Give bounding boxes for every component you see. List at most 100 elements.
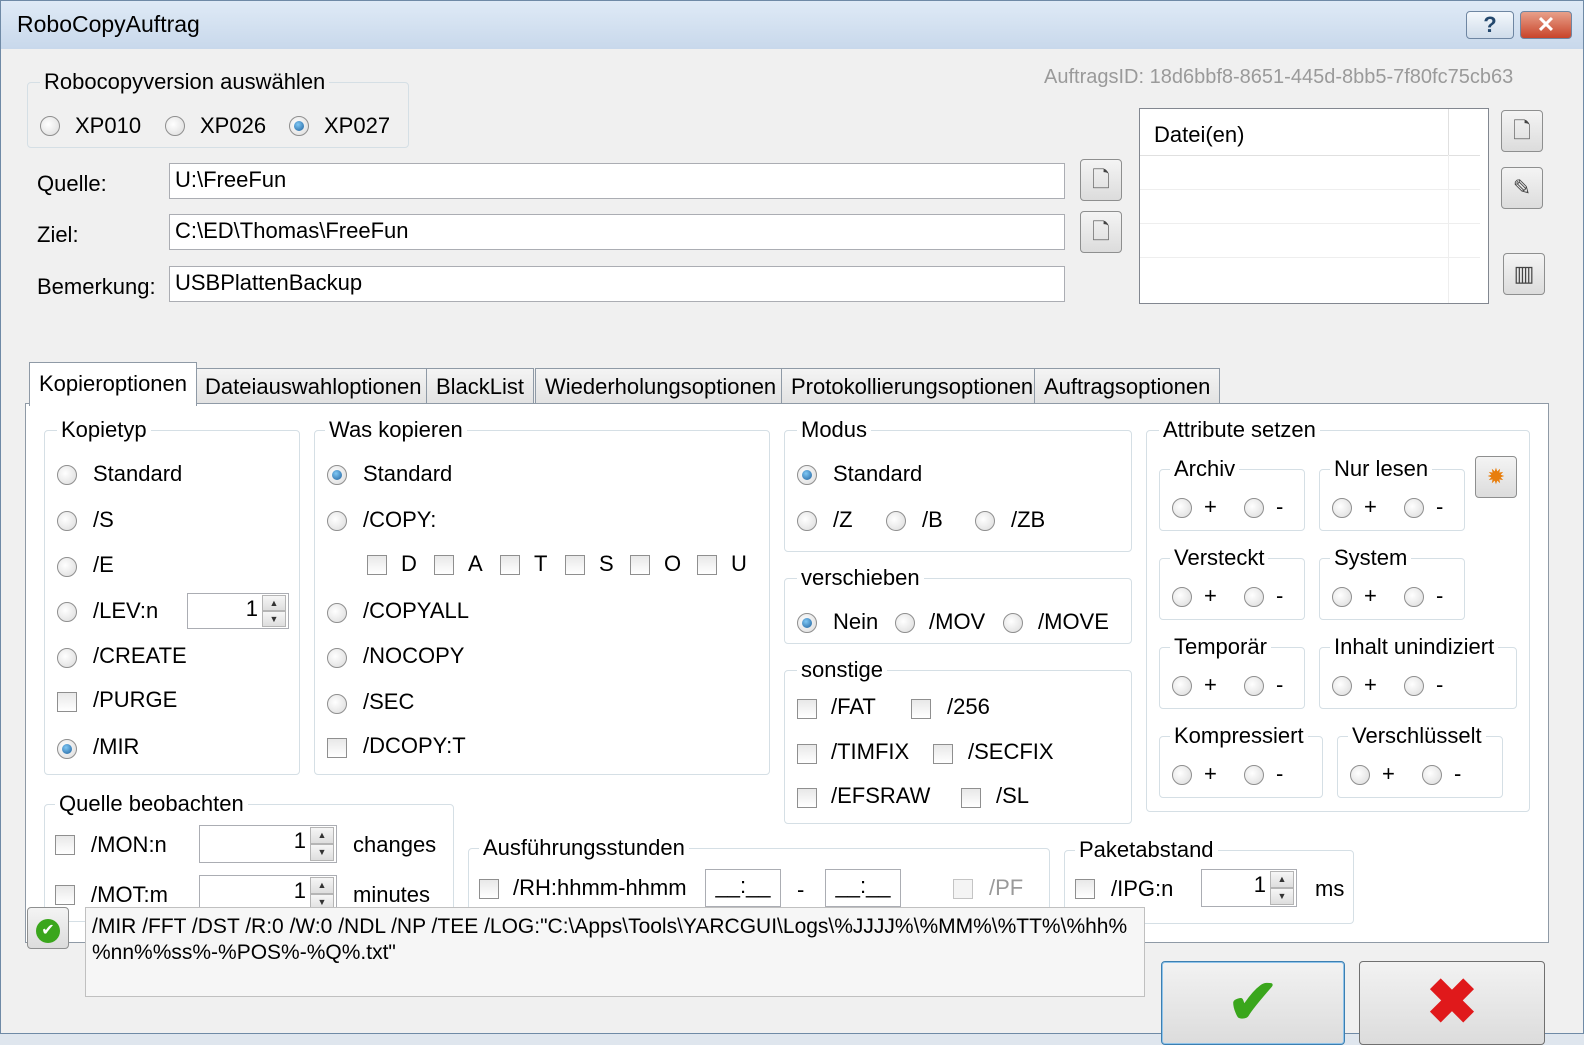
attr-readonly-plus-radio[interactable]	[1332, 498, 1352, 518]
tab-protokollierungsoptionen[interactable]: Protokollierungsoptionen	[781, 368, 1044, 404]
copy-flag-t-label: T	[534, 551, 548, 576]
attr-archiv-plus-radio[interactable]	[1172, 498, 1192, 518]
copytype-create-radio[interactable]	[57, 648, 77, 668]
mon-up-button[interactable]: ▲	[310, 827, 334, 845]
attr-compressed-plus-radio[interactable]	[1172, 765, 1192, 785]
ipg-stepper[interactable]: 1 ▲ ▼	[1201, 869, 1297, 907]
whatcopy-standard-radio[interactable]	[327, 465, 347, 485]
whatcopy-nocopy-radio[interactable]	[327, 648, 347, 668]
tab-auftragsoptionen[interactable]: Auftragsoptionen	[1034, 368, 1221, 404]
tab-kopieroptionen[interactable]: Kopieroptionen	[29, 362, 198, 406]
mot-label: /MOT:m	[91, 882, 168, 907]
pf-checkbox[interactable]	[953, 879, 973, 899]
whatcopy-copy-radio[interactable]	[327, 511, 347, 531]
move-move-radio[interactable]	[1003, 613, 1023, 633]
copytype-mir-radio[interactable]	[57, 739, 77, 759]
mon-stepper[interactable]: 1 ▲ ▼	[199, 825, 337, 863]
source-input[interactable]: U:\FreeFun	[169, 163, 1065, 199]
efsraw-checkbox[interactable]	[797, 788, 817, 808]
timfix-checkbox[interactable]	[797, 744, 817, 764]
ipg-up-button[interactable]: ▲	[1270, 871, 1294, 889]
lev-down-button[interactable]: ▼	[262, 610, 286, 627]
rh-from-input[interactable]: __:__	[705, 869, 781, 907]
copy-flag-t-checkbox[interactable]	[500, 555, 520, 575]
attr-notindexed-plus-radio[interactable]	[1332, 676, 1352, 696]
whatcopy-copyall-radio[interactable]	[327, 603, 347, 623]
copytype-standard-radio[interactable]	[57, 465, 77, 485]
move-mov-radio[interactable]	[895, 613, 915, 633]
copytype-e-radio[interactable]	[57, 557, 77, 577]
attr-archiv-minus-radio[interactable]	[1244, 498, 1264, 518]
version-xp027-radio[interactable]	[289, 116, 309, 136]
copy-flag-s-label: S	[599, 551, 614, 576]
tab-dateiauswahloptionen[interactable]: Dateiauswahloptionen	[195, 368, 432, 404]
move-nein-label: Nein	[833, 609, 879, 634]
attr-temp-minus-radio[interactable]	[1244, 676, 1264, 696]
remark-input[interactable]: USBPlattenBackup	[169, 266, 1065, 302]
copy-flag-s-checkbox[interactable]	[565, 555, 585, 575]
delete-file-button[interactable]: ▥	[1503, 253, 1545, 295]
close-button[interactable]: ✕	[1520, 11, 1572, 39]
mode-b-radio[interactable]	[886, 511, 906, 531]
attributes-reset-button[interactable]: ✹	[1475, 456, 1517, 498]
version-xp026-radio[interactable]	[165, 116, 185, 136]
plus-label: +	[1204, 672, 1217, 697]
ok-button[interactable]: ✔	[1161, 961, 1345, 1045]
copy-flag-a-checkbox[interactable]	[434, 555, 454, 575]
attr-hidden-plus-radio[interactable]	[1172, 587, 1192, 607]
mot-up-button[interactable]: ▲	[310, 877, 334, 895]
copytype-lev-radio[interactable]	[57, 602, 77, 622]
sl-checkbox[interactable]	[961, 788, 981, 808]
target-input[interactable]: C:\ED\Thomas\FreeFun	[169, 214, 1065, 250]
mode-z-radio[interactable]	[797, 511, 817, 531]
rh-checkbox[interactable]	[479, 879, 499, 899]
attr-encrypted-plus-radio[interactable]	[1350, 765, 1370, 785]
copy-flag-o-checkbox[interactable]	[630, 555, 650, 575]
mon-down-button[interactable]: ▼	[310, 843, 334, 861]
tab-wiederholungsoptionen[interactable]: Wiederholungsoptionen	[535, 368, 787, 404]
copytype-mir-label: /MIR	[93, 734, 140, 759]
lev-up-button[interactable]: ▲	[262, 595, 286, 612]
whatcopy-sec-radio[interactable]	[327, 694, 347, 714]
rh-to-input[interactable]: __:__	[825, 869, 901, 907]
add-file-button[interactable]: 🗋	[1501, 110, 1543, 152]
ipg-checkbox[interactable]	[1075, 879, 1095, 899]
copy-flag-u-checkbox[interactable]	[697, 555, 717, 575]
cancel-button[interactable]: ✖	[1359, 961, 1545, 1045]
files-column-header[interactable]: Datei(en)	[1154, 122, 1244, 148]
copy-flag-d-checkbox[interactable]	[367, 555, 387, 575]
source-browse-button[interactable]: 🗋	[1080, 159, 1122, 201]
mode-zb-radio[interactable]	[975, 511, 995, 531]
attr-system-minus-radio[interactable]	[1404, 587, 1424, 607]
command-line-text[interactable]: /MIR /FFT /DST /R:0 /W:0 /NDL /NP /TEE /…	[85, 907, 1145, 997]
attr-hidden-minus-radio[interactable]	[1244, 587, 1264, 607]
files-list[interactable]: Datei(en)	[1139, 108, 1489, 304]
mode-group: Modus Standard /Z /B /ZB	[784, 417, 1132, 552]
ipg-down-button[interactable]: ▼	[1270, 887, 1294, 905]
row-line	[1140, 189, 1480, 190]
attr-temp-plus-radio[interactable]	[1172, 676, 1192, 696]
attr-compressed-minus-radio[interactable]	[1244, 765, 1264, 785]
n256-checkbox[interactable]	[911, 699, 931, 719]
target-browse-button[interactable]: 🗋	[1080, 211, 1122, 253]
fat-checkbox[interactable]	[797, 699, 817, 719]
attr-notindexed-minus-radio[interactable]	[1404, 676, 1424, 696]
copytype-s-radio[interactable]	[57, 511, 77, 531]
help-button[interactable]: ?	[1466, 11, 1514, 39]
version-xp010-radio[interactable]	[40, 116, 60, 136]
tab-blacklist[interactable]: BlackList	[426, 368, 535, 404]
mot-unit: minutes	[353, 882, 431, 907]
lev-stepper[interactable]: 1 ▲ ▼	[187, 593, 289, 629]
attr-readonly-minus-radio[interactable]	[1404, 498, 1424, 518]
dcopy-checkbox[interactable]	[327, 738, 347, 758]
mode-standard-radio[interactable]	[797, 465, 817, 485]
mot-checkbox[interactable]	[55, 885, 75, 905]
purge-checkbox[interactable]	[57, 692, 77, 712]
secfix-checkbox[interactable]	[933, 744, 953, 764]
mon-checkbox[interactable]	[55, 835, 75, 855]
attr-system-plus-radio[interactable]	[1332, 587, 1352, 607]
validate-button[interactable]: ✔	[27, 907, 69, 949]
attr-encrypted-minus-radio[interactable]	[1422, 765, 1442, 785]
move-nein-radio[interactable]	[797, 613, 817, 633]
edit-file-button[interactable]: ✎	[1501, 167, 1543, 209]
